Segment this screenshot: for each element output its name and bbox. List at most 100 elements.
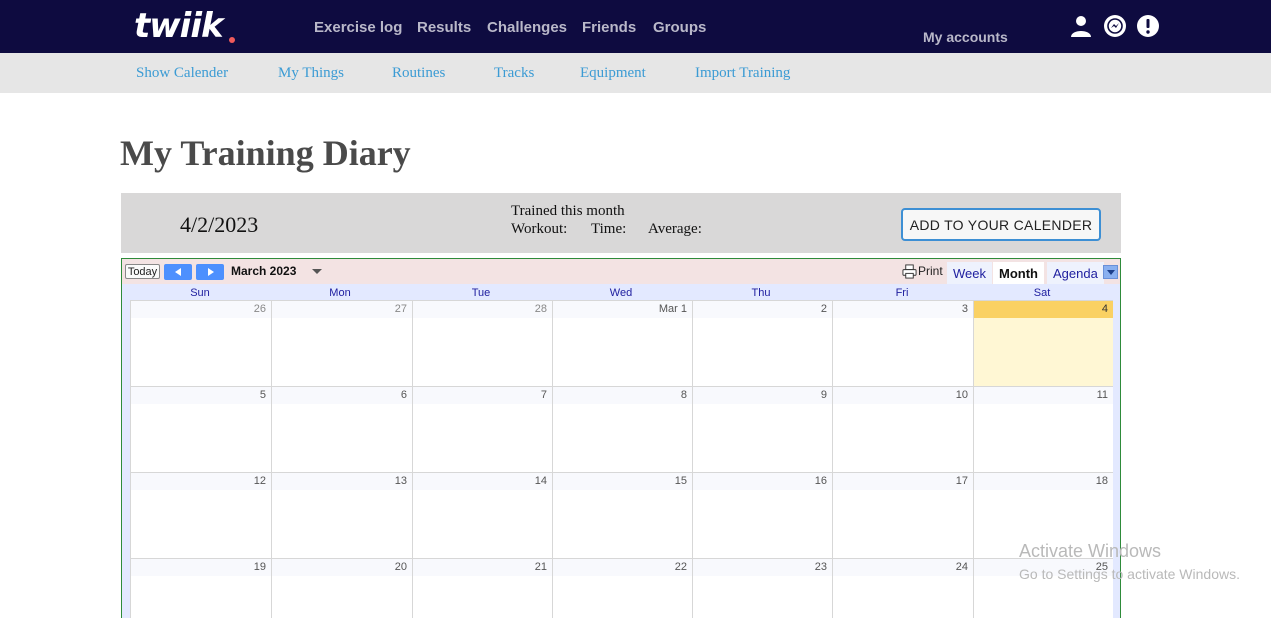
day-number[interactable]: 22 xyxy=(553,559,692,576)
day-of-week-header: Sun Mon Tue Wed Thu Fri Sat xyxy=(122,284,1120,300)
time-label: Time: xyxy=(591,221,627,237)
view-dropdown-icon[interactable] xyxy=(1103,265,1118,279)
day-number[interactable]: 15 xyxy=(553,473,692,490)
day-number[interactable]: 9 xyxy=(693,387,832,404)
subnav-import-training[interactable]: Import Training xyxy=(695,65,790,82)
day-number[interactable]: 26 xyxy=(131,301,271,318)
calendar-day-cell[interactable]: 22 xyxy=(552,558,692,618)
calendar-day-cell[interactable]: 26 xyxy=(130,300,271,386)
tab-agenda[interactable]: Agenda xyxy=(1047,262,1104,284)
day-number[interactable]: 5 xyxy=(131,387,271,404)
day-number[interactable]: 6 xyxy=(272,387,412,404)
sub-navigation-bar: Show Calender My Things Routines Tracks … xyxy=(0,53,1271,93)
subnav-equipment[interactable]: Equipment xyxy=(580,65,646,82)
print-icon[interactable] xyxy=(902,264,917,279)
top-navigation-bar: twiik Exercise log Results Challenges Fr… xyxy=(0,0,1271,53)
day-number[interactable]: 19 xyxy=(131,559,271,576)
day-number[interactable]: 11 xyxy=(974,387,1113,404)
calendar-day-cell[interactable]: 28 xyxy=(412,300,552,386)
calendar-day-cell[interactable]: 5 xyxy=(130,386,271,472)
calendar-day-cell[interactable]: 10 xyxy=(832,386,973,472)
tab-week[interactable]: Week xyxy=(947,262,992,284)
training-summary-bar: 4/2/2023 Trained this month Workout: Tim… xyxy=(121,193,1121,253)
nav-results[interactable]: Results xyxy=(417,19,471,36)
calendar-day-cell[interactable]: 3 xyxy=(832,300,973,386)
logo-dot xyxy=(229,37,235,43)
month-dropdown-icon[interactable] xyxy=(312,269,322,274)
calendar-day-cell[interactable]: 14 xyxy=(412,472,552,558)
calendar-day-cell[interactable]: 16 xyxy=(692,472,832,558)
day-number[interactable]: 24 xyxy=(833,559,973,576)
calendar-day-cell[interactable]: 19 xyxy=(130,558,271,618)
calendar-day-cell[interactable]: 9 xyxy=(692,386,832,472)
nav-friends[interactable]: Friends xyxy=(582,19,636,36)
day-number[interactable]: 7 xyxy=(413,387,552,404)
day-number[interactable]: 16 xyxy=(693,473,832,490)
calendar-day-cell[interactable]: 20 xyxy=(271,558,412,618)
day-number[interactable]: 17 xyxy=(833,473,973,490)
day-number[interactable]: 23 xyxy=(693,559,832,576)
nav-exercise-log[interactable]: Exercise log xyxy=(314,19,402,36)
day-number[interactable]: Mar 1 xyxy=(553,301,692,318)
add-to-calendar-button[interactable]: ADD TO YOUR CALENDER xyxy=(901,208,1101,241)
calendar-day-cell[interactable]: 23 xyxy=(692,558,832,618)
day-number[interactable]: 21 xyxy=(413,559,552,576)
dow-label: Thu xyxy=(751,287,771,299)
dow-label: Fri xyxy=(895,287,909,299)
day-number[interactable]: 8 xyxy=(553,387,692,404)
workout-label: Workout: xyxy=(511,221,568,237)
windows-activation-hint: Go to Settings to activate Windows. xyxy=(1019,566,1240,582)
calendar-day-cell[interactable]: 21 xyxy=(412,558,552,618)
calendar-day-cell[interactable]: 27 xyxy=(271,300,412,386)
calendar-day-cell[interactable]: 15 xyxy=(552,472,692,558)
today-button[interactable]: Today xyxy=(125,264,160,279)
twiik-logo[interactable]: twiik xyxy=(134,6,224,46)
calendar-day-cell[interactable]: 6 xyxy=(271,386,412,472)
next-month-button[interactable] xyxy=(196,264,224,280)
my-accounts-link[interactable]: My accounts xyxy=(923,29,1008,45)
day-number[interactable]: 12 xyxy=(131,473,271,490)
nav-challenges[interactable]: Challenges xyxy=(487,19,567,36)
day-number[interactable]: 28 xyxy=(413,301,552,318)
subnav-routines[interactable]: Routines xyxy=(392,65,445,82)
day-number[interactable]: 4 xyxy=(974,301,1113,318)
calendar-day-cell[interactable]: 24 xyxy=(832,558,973,618)
windows-activation-watermark: Activate Windows xyxy=(1019,541,1162,561)
day-number[interactable]: 14 xyxy=(413,473,552,490)
average-label: Average: xyxy=(648,221,702,237)
calendar-day-cell[interactable]: 13 xyxy=(271,472,412,558)
tab-month[interactable]: Month xyxy=(993,262,1044,284)
day-number[interactable]: 27 xyxy=(272,301,412,318)
calendar-toolbar: Today March 2023 Print Week Month Agenda xyxy=(122,259,1120,284)
calendar-day-cell[interactable]: 7 xyxy=(412,386,552,472)
calendar-day-cell[interactable]: 12 xyxy=(130,472,271,558)
subnav-my-things[interactable]: My Things xyxy=(278,65,344,82)
day-number[interactable]: 2 xyxy=(693,301,832,318)
print-link[interactable]: Print xyxy=(918,264,943,278)
dow-label: Mon xyxy=(329,287,351,299)
calendar-day-cell[interactable]: 17 xyxy=(832,472,973,558)
trained-this-month-label: Trained this month xyxy=(511,203,625,219)
calendar-day-cell[interactable]: 2 xyxy=(692,300,832,386)
dow-label: Sat xyxy=(1033,287,1051,299)
dow-label: Tue xyxy=(471,287,491,299)
day-number[interactable]: 3 xyxy=(833,301,973,318)
nav-groups[interactable]: Groups xyxy=(653,19,706,36)
alert-icon[interactable] xyxy=(1136,14,1160,38)
day-number[interactable]: 20 xyxy=(272,559,412,576)
previous-month-button[interactable] xyxy=(164,264,192,280)
subnav-tracks[interactable]: Tracks xyxy=(494,65,534,82)
day-number[interactable]: 10 xyxy=(833,387,973,404)
calendar-day-cell[interactable]: 4 xyxy=(973,300,1113,386)
messenger-icon[interactable] xyxy=(1103,14,1127,38)
day-number[interactable]: 18 xyxy=(974,473,1113,490)
subnav-show-calender[interactable]: Show Calender xyxy=(136,65,228,82)
month-label: March 2023 xyxy=(231,264,297,278)
calendar-day-cell[interactable]: 8 xyxy=(552,386,692,472)
day-number[interactable]: 13 xyxy=(272,473,412,490)
calendar-day-cell[interactable]: 11 xyxy=(973,386,1113,472)
user-icon[interactable] xyxy=(1069,14,1093,38)
dow-label: Wed xyxy=(609,287,633,299)
calendar-day-cell[interactable]: Mar 1 xyxy=(552,300,692,386)
calendar-left-margin xyxy=(122,300,130,618)
